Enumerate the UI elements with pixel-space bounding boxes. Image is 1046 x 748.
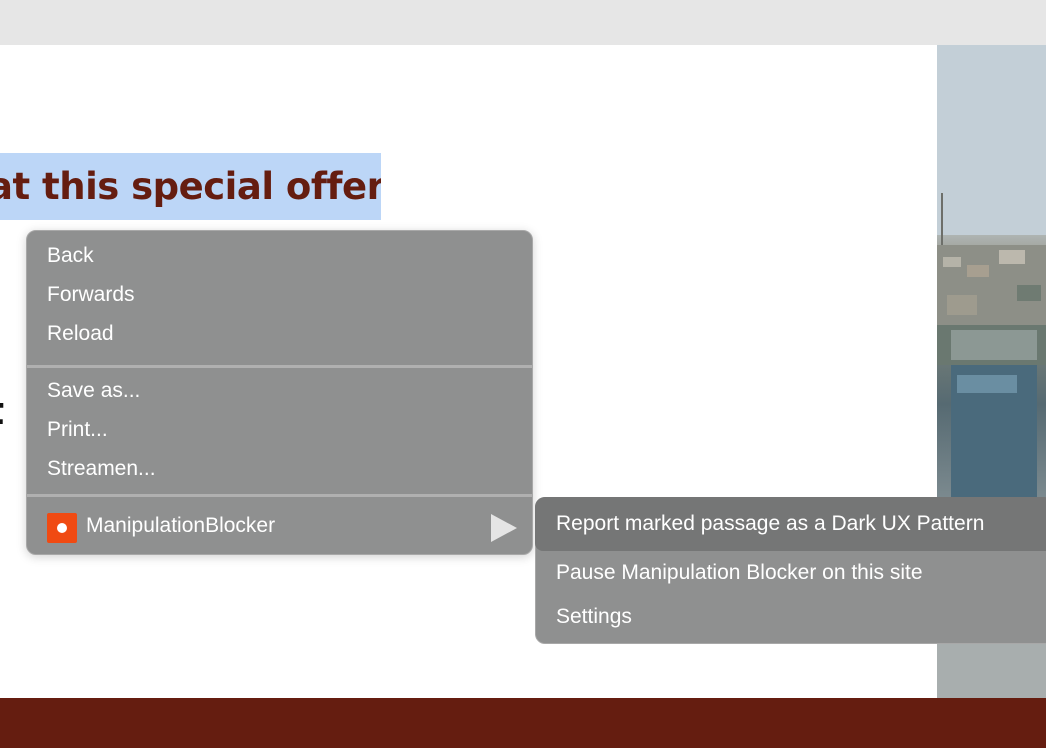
page-clipped-heading: t [0,392,4,430]
manipulationblocker-submenu: Report marked passage as a Dark UX Patte… [535,497,1046,644]
menu-item-reload[interactable]: Reload [47,318,114,350]
menu-item-print[interactable]: Print... [47,414,108,446]
context-menu: Back Forwards Reload Save as... Print...… [26,230,533,555]
submenu-item-pause-on-site[interactable]: Pause Manipulation Blocker on this site [556,557,923,589]
manipulationblocker-logo-icon [47,513,77,543]
menu-item-forwards[interactable]: Forwards [47,279,135,311]
menu-item-streamen[interactable]: Streamen... [47,453,156,485]
menu-separator [27,494,532,497]
submenu-item-settings[interactable]: Settings [556,601,632,633]
triangle-right-icon[interactable] [491,514,517,542]
menu-separator [27,365,532,368]
page-headline-selected[interactable]: at this special offer! [0,153,381,220]
menu-item-save-as[interactable]: Save as... [47,375,140,407]
menu-item-manipulationblocker[interactable]: ManipulationBlocker [86,510,275,542]
submenu-item-report-dark-pattern[interactable]: Report marked passage as a Dark UX Patte… [556,508,984,540]
browser-top-bar [0,0,1046,45]
page-footer [0,698,1046,748]
menu-item-back[interactable]: Back [47,240,94,272]
